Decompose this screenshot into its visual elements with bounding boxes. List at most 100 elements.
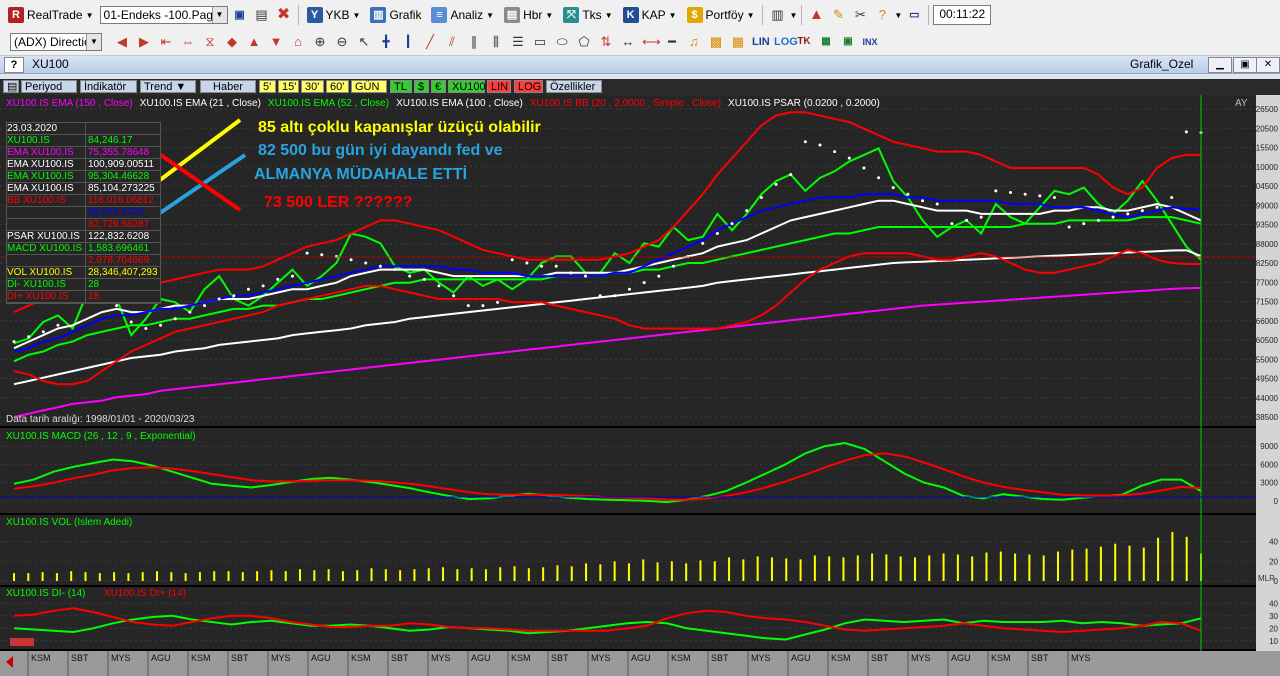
up-icon[interactable]: ▲	[246, 34, 262, 50]
psar-point	[290, 274, 294, 278]
xu100-button[interactable]: XU100	[448, 80, 486, 93]
currency-usd-button[interactable]: $	[414, 80, 429, 93]
shrink-icon[interactable]: ⇤	[158, 34, 174, 50]
arrows-icon[interactable]: ⇅	[598, 34, 614, 50]
news-icon: ▤	[504, 7, 521, 23]
psar-point	[276, 277, 280, 281]
y-tick-label: 20	[1269, 557, 1278, 566]
period-60m-button[interactable]: 60'	[326, 80, 349, 93]
psar-point	[320, 253, 324, 257]
help-icon[interactable]: ?	[874, 7, 890, 23]
psar-point	[452, 294, 456, 298]
fit-icon[interactable]: ⧖	[202, 34, 218, 50]
page-select[interactable]: 01-Endeks -100.Page ▼	[99, 6, 228, 24]
indikator-button[interactable]: İndikatör ▼	[80, 80, 137, 106]
zoom-out-icon[interactable]: ⊖	[334, 34, 350, 50]
books-icon[interactable]: ▥	[769, 7, 785, 23]
rectangle-icon[interactable]: ▭	[532, 34, 548, 50]
alert-icon[interactable]: ▲	[808, 7, 824, 23]
psar-point	[759, 195, 763, 199]
down-icon[interactable]: ▼	[268, 34, 284, 50]
log-scale-button[interactable]: LOG	[514, 80, 543, 93]
ellipse-icon[interactable]: ⬭	[554, 34, 570, 50]
line-h-icon[interactable]: ↔	[620, 34, 636, 50]
crosshair-icon[interactable]: ╋	[378, 34, 394, 50]
channel-icon[interactable]: ⫽	[444, 34, 460, 50]
expand-icon[interactable]: ⇔	[180, 34, 196, 50]
hbr-button[interactable]: ▤ Hbr ▼	[500, 4, 557, 26]
realtrade-menu-button[interactable]: R RealTrade ▼	[4, 4, 98, 26]
kap-button[interactable]: K KAP ▼	[619, 4, 681, 26]
cursor-icon[interactable]: ↖	[356, 34, 372, 50]
info-row: DI- XU100.IS 28	[7, 279, 160, 291]
tk-button[interactable]: TK	[796, 34, 812, 50]
x-tick-label: SBT	[711, 653, 729, 663]
home-icon[interactable]: ⌂	[290, 34, 306, 50]
period-gun-button[interactable]: GÜN	[351, 80, 387, 93]
polygon-icon[interactable]: ⬠	[576, 34, 592, 50]
period-15m-button[interactable]: 15'	[278, 80, 299, 93]
vol-title: XU100.IS VOL (Islem Adedi)	[6, 517, 132, 528]
haber-button[interactable]: Haber	[200, 80, 256, 93]
y-tick-label: 66000	[1256, 317, 1279, 326]
psar-point	[906, 192, 910, 196]
period-5m-button[interactable]: 5'	[259, 80, 276, 93]
move-right-icon[interactable]: ▶	[136, 34, 152, 50]
psar-point	[364, 261, 368, 265]
legend-item: XU100.IS EMA (21 , Close)	[140, 98, 261, 109]
tks-button[interactable]: ⤧ Tks ▼	[559, 4, 616, 26]
hline-icon[interactable]: ━	[664, 34, 680, 50]
help-button[interactable]: ?	[4, 57, 24, 73]
bag-icon[interactable]: ▩	[708, 34, 724, 50]
psar-point	[217, 297, 221, 301]
vertical-line-icon[interactable]: ┃	[400, 34, 416, 50]
lin-scale-button[interactable]: LIN	[487, 80, 511, 93]
inx-button[interactable]: INX	[862, 34, 878, 50]
clock: 00:11:22	[933, 5, 992, 25]
info-row: EMA XU100.IS 100,909.00511	[7, 159, 160, 171]
chart-menu-icon[interactable]: ▤	[3, 80, 19, 93]
x-tick-label: SBT	[231, 653, 249, 663]
zoom-in-icon[interactable]: ⊕	[312, 34, 328, 50]
restore-button[interactable]: ▣	[1233, 57, 1257, 73]
psar-point	[525, 261, 529, 265]
period-30m-button[interactable]: 30'	[301, 80, 324, 93]
periyod-button[interactable]: Periyod ▼	[21, 80, 77, 106]
indicator-select[interactable]: (ADX) Directio ▼	[10, 33, 102, 51]
currency-eur-button[interactable]: €	[431, 80, 446, 93]
trend-button[interactable]: Trend ▼	[140, 80, 196, 93]
grafik-button[interactable]: ▥ Grafik	[366, 4, 425, 26]
diamond-icon[interactable]: ◆	[224, 34, 240, 50]
save-icon[interactable]: ▣	[232, 7, 248, 23]
gann-icon[interactable]: ⫼	[488, 34, 504, 50]
save-as-icon[interactable]: ▤	[254, 7, 270, 23]
close-icon[interactable]: ✖	[276, 7, 292, 23]
close-window-button[interactable]: ✕	[1256, 57, 1280, 73]
monitor-icon[interactable]: ▭	[906, 7, 922, 23]
psar-point	[950, 222, 954, 226]
di-panel-bg	[0, 587, 1280, 649]
tools-icon[interactable]: ✂	[852, 7, 868, 23]
arrow-h-icon[interactable]: ⟷	[642, 34, 661, 50]
ykb-button[interactable]: Y YKB ▼	[303, 4, 365, 26]
info-label	[7, 219, 85, 230]
analiz-button[interactable]: ≡ Analiz ▼	[427, 4, 498, 26]
ozellikler-button[interactable]: Özellikler	[546, 80, 602, 93]
chart-area[interactable]: 126500 120500 115500 110000 104500 99000 93500…	[0, 95, 1280, 676]
info-label: EMA XU100.IS	[7, 183, 74, 194]
grid-green-icon[interactable]: ▦	[818, 34, 834, 50]
lin-button[interactable]: LIN	[752, 34, 770, 50]
currency-tl-button[interactable]: TL	[390, 80, 412, 93]
grid-green2-icon[interactable]: ▣	[840, 34, 856, 50]
box-icon[interactable]: ▦	[730, 34, 746, 50]
log-button[interactable]: LOG	[774, 34, 798, 50]
portfoy-button[interactable]: $ Portföy ▼	[683, 4, 759, 26]
fibo-icon[interactable]: ☰	[510, 34, 526, 50]
minimize-button[interactable]: ▁	[1208, 57, 1232, 73]
info-row: 82,729.68287	[7, 219, 160, 231]
bell-icon[interactable]: ♫	[686, 34, 702, 50]
parallel-icon[interactable]: ∥	[466, 34, 482, 50]
trend-line-icon[interactable]: ╱	[422, 34, 438, 50]
move-left-icon[interactable]: ◀	[114, 34, 130, 50]
pencil-icon[interactable]: ✎	[830, 7, 846, 23]
